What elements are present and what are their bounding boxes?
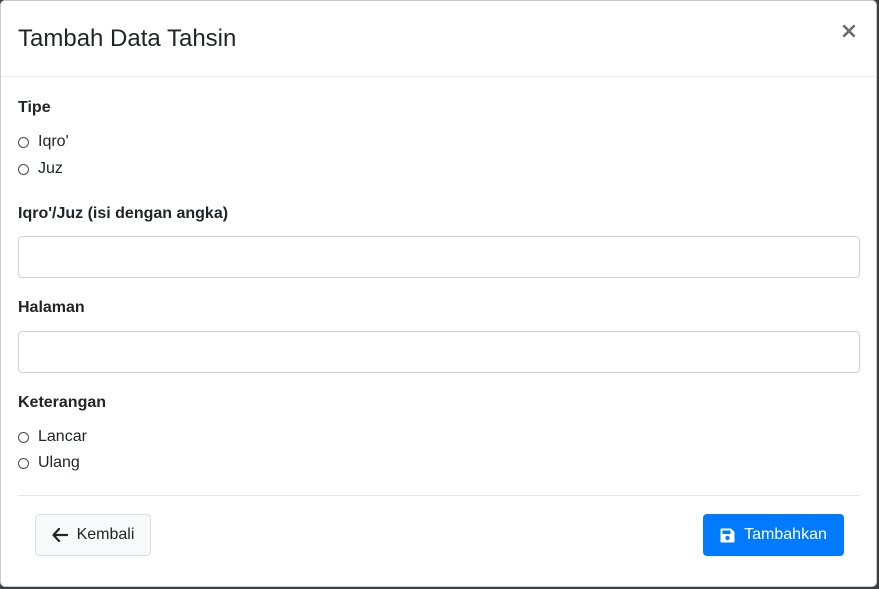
tipe-label: Tipe xyxy=(18,99,51,116)
radio-option-iqro[interactable]: Iqro' xyxy=(18,132,69,152)
radio-option-juz[interactable]: Juz xyxy=(18,159,63,179)
submit-button[interactable]: Tambahkan xyxy=(703,514,844,556)
modal-title: Tambah Data Tahsin xyxy=(18,25,237,52)
radio-option-ulang[interactable]: Ulang xyxy=(18,453,80,473)
back-button[interactable]: Kembali xyxy=(35,514,151,556)
iqro-juz-input[interactable] xyxy=(18,236,860,278)
arrow-left-icon xyxy=(51,528,68,542)
keterangan-label: Keterangan xyxy=(18,394,107,411)
radio-juz[interactable] xyxy=(18,163,29,175)
back-button-label: Kembali xyxy=(76,526,135,543)
radio-iqro-label: Iqro' xyxy=(38,133,69,150)
radio-juz-label: Juz xyxy=(38,160,63,177)
close-button[interactable]: × xyxy=(838,19,860,45)
save-icon xyxy=(720,528,735,543)
submit-button-label: Tambahkan xyxy=(744,526,827,543)
radio-option-lancar[interactable]: Lancar xyxy=(18,427,87,447)
radio-ulang[interactable] xyxy=(18,457,29,469)
add-tahsin-modal: Tambah Data Tahsin × Tipe Iqro' Juz Iqro… xyxy=(0,0,877,587)
radio-lancar[interactable] xyxy=(18,431,29,443)
footer-divider xyxy=(18,495,860,496)
iqro-juz-label: Iqro'/Juz (isi dengan angka) xyxy=(18,205,229,222)
radio-iqro[interactable] xyxy=(18,136,29,148)
halaman-input[interactable] xyxy=(18,331,860,373)
radio-ulang-label: Ulang xyxy=(38,454,80,471)
halaman-label: Halaman xyxy=(18,299,85,316)
radio-lancar-label: Lancar xyxy=(38,428,87,445)
modal-header: Tambah Data Tahsin × xyxy=(1,1,876,77)
